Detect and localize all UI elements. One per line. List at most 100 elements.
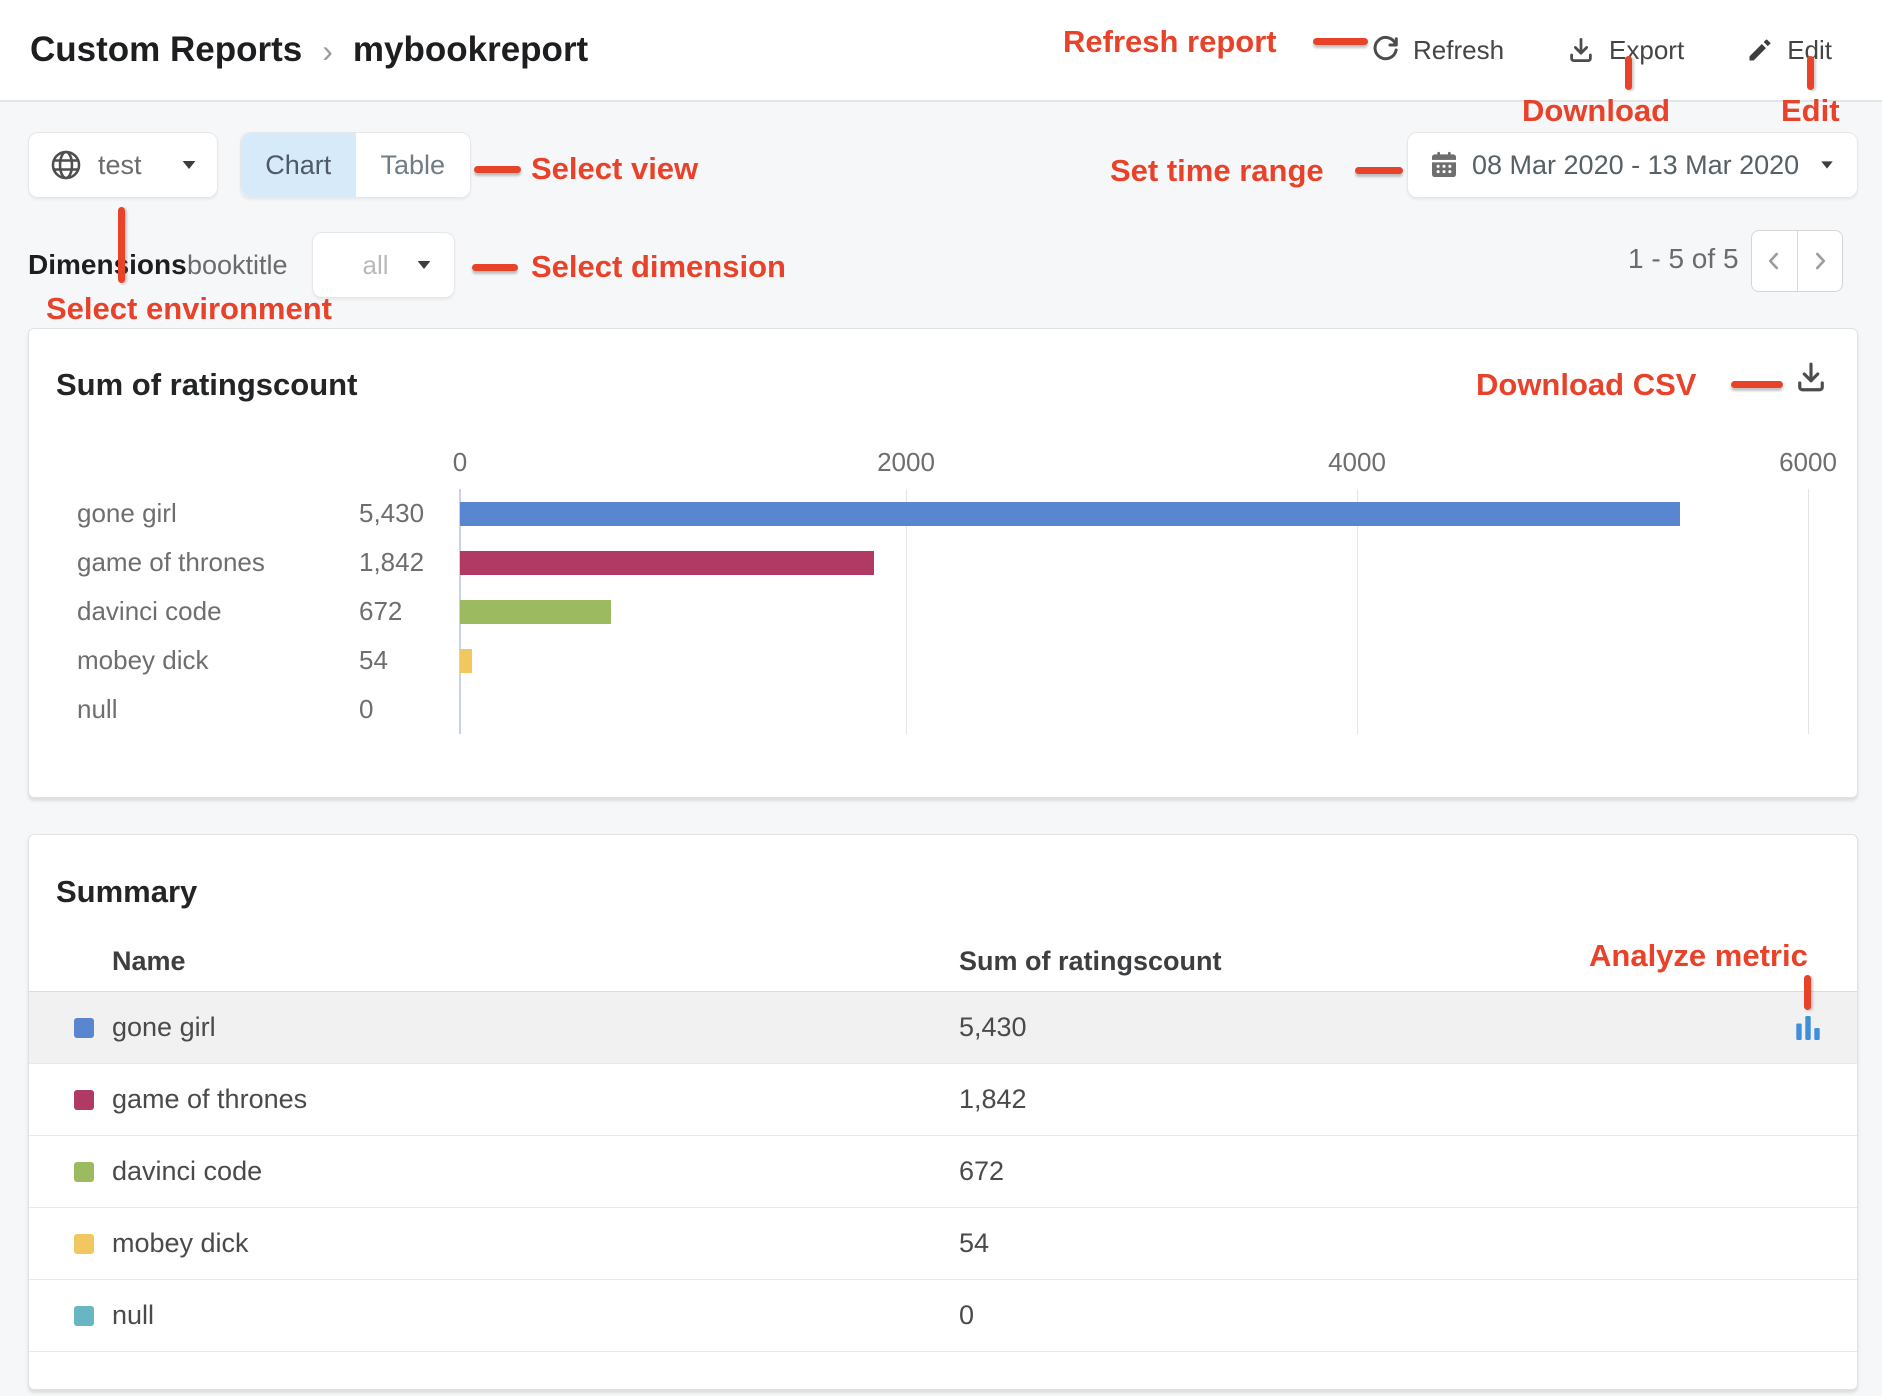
refresh-icon	[1370, 35, 1400, 65]
chart-row: davinci code 672	[77, 587, 1811, 636]
dimensions-label: Dimensions	[28, 249, 187, 281]
export-label: Export	[1609, 35, 1684, 66]
table-header: Name Sum of ratingscount	[29, 931, 1857, 992]
chevron-right-icon	[1807, 248, 1833, 274]
chart-title: Sum of ratingscount	[56, 367, 357, 403]
series-color-swatch	[74, 1234, 94, 1254]
summary-title: Summary	[56, 874, 197, 910]
tab-chart[interactable]: Chart	[241, 133, 356, 197]
pencil-icon	[1746, 36, 1774, 64]
annotation-analyze-metric: Analyze metric	[1589, 940, 1808, 973]
chart-value-label: 1,842	[359, 547, 460, 578]
series-color-swatch	[74, 1162, 94, 1182]
table-row: gone girl 5,430	[29, 992, 1857, 1064]
chevron-left-icon	[1761, 248, 1787, 274]
annotation-line	[118, 207, 125, 283]
annotation-line	[1807, 56, 1814, 90]
annotation-line	[1625, 56, 1632, 90]
annotation-edit: Edit	[1781, 95, 1840, 128]
globe-icon	[49, 148, 83, 182]
series-color-swatch	[74, 1306, 94, 1326]
annotation-line	[1355, 167, 1403, 174]
chart-rows: gone girl 5,430 game of thrones 1,842 da…	[77, 489, 1811, 734]
chevron-down-icon	[183, 161, 196, 169]
breadcrumb-separator-icon: ›	[322, 31, 333, 70]
edit-button[interactable]: Edit	[1746, 35, 1832, 66]
chart-value-label: 672	[359, 596, 460, 627]
annotation-download: Download	[1522, 95, 1670, 128]
calendar-icon	[1428, 149, 1460, 181]
chart-bar	[460, 600, 611, 624]
row-value: 54	[959, 1228, 1857, 1259]
breadcrumb-report-name: mybookreport	[353, 30, 588, 70]
pagination-controls	[1751, 230, 1843, 292]
chart-row: gone girl 5,430	[77, 489, 1811, 538]
annotation-line	[1804, 975, 1811, 1010]
series-color-swatch	[74, 1018, 94, 1038]
breadcrumb-section[interactable]: Custom Reports	[30, 30, 302, 70]
annotation-refresh-report: Refresh report	[1063, 26, 1277, 59]
row-value: 5,430	[959, 1012, 1793, 1043]
x-tick: 2000	[877, 447, 935, 478]
series-color-swatch	[74, 1090, 94, 1110]
download-icon	[1793, 359, 1829, 395]
chart-category-label: game of thrones	[77, 547, 359, 578]
chart-row: null 0	[77, 685, 1811, 734]
row-name: gone girl	[112, 1012, 959, 1043]
view-toggle: Chart Table	[240, 132, 471, 198]
chart-bar	[460, 502, 1680, 526]
date-range-picker[interactable]: 08 Mar 2020 - 13 Mar 2020	[1407, 132, 1858, 198]
environment-value: test	[98, 150, 166, 181]
bar-chart-icon	[1793, 1013, 1823, 1043]
chart-category-label: gone girl	[77, 498, 359, 529]
analyze-metric-button[interactable]	[1793, 1013, 1823, 1043]
chart-bar	[460, 551, 874, 575]
annotation-line	[472, 264, 518, 271]
dimension-filter-value: all	[335, 250, 416, 281]
chevron-down-icon	[418, 261, 431, 269]
row-value: 0	[959, 1300, 1857, 1331]
app-header: Custom Reports › mybookreport Refresh Ex…	[0, 0, 1882, 102]
table-row: davinci code 672	[29, 1136, 1857, 1208]
download-icon	[1566, 35, 1596, 65]
chart-row: mobey dick 54	[77, 636, 1811, 685]
refresh-button[interactable]: Refresh	[1370, 35, 1504, 66]
table-body: gone girl 5,430 game of thrones 1,842 da…	[29, 992, 1857, 1352]
annotation-line	[1731, 381, 1783, 388]
row-name: mobey dick	[112, 1228, 959, 1259]
table-row: mobey dick 54	[29, 1208, 1857, 1280]
x-tick: 6000	[1779, 447, 1837, 478]
annotation-download-csv: Download CSV	[1476, 369, 1696, 402]
tab-table[interactable]: Table	[356, 133, 471, 197]
environment-select[interactable]: test	[28, 132, 218, 198]
x-tick: 4000	[1328, 447, 1386, 478]
refresh-label: Refresh	[1413, 35, 1504, 66]
date-range-value: 08 Mar 2020 - 13 Mar 2020	[1472, 150, 1807, 181]
row-value: 672	[959, 1156, 1857, 1187]
chevron-down-icon	[1821, 161, 1833, 168]
annotation-line	[1313, 38, 1368, 45]
header-actions: Refresh Export Edit	[1370, 35, 1832, 66]
annotation-line	[474, 166, 521, 173]
download-csv-button[interactable]	[1793, 359, 1829, 395]
annotation-select-environment: Select environment	[46, 293, 332, 326]
annotation-set-time-range: Set time range	[1110, 155, 1324, 188]
summary-card: Summary Name Sum of ratingscount gone gi…	[28, 834, 1858, 1390]
chart-value-label: 5,430	[359, 498, 460, 529]
row-name: null	[112, 1300, 959, 1331]
breadcrumb: Custom Reports › mybookreport	[30, 30, 588, 70]
annotation-select-view: Select view	[531, 153, 698, 186]
next-page-button[interactable]	[1797, 231, 1843, 291]
chart-category-label: null	[77, 694, 359, 725]
chart-value-label: 54	[359, 645, 460, 676]
previous-page-button[interactable]	[1752, 231, 1797, 291]
annotation-select-dimension: Select dimension	[531, 251, 786, 284]
chart-category-label: mobey dick	[77, 645, 359, 676]
x-tick: 0	[453, 447, 467, 478]
row-value: 1,842	[959, 1084, 1857, 1115]
pagination-status: 1 - 5 of 5	[1628, 243, 1739, 275]
table-row: null 0	[29, 1280, 1857, 1352]
chart-row: game of thrones 1,842	[77, 538, 1811, 587]
chart-category-label: davinci code	[77, 596, 359, 627]
dimension-filter-dropdown[interactable]: all	[312, 232, 455, 298]
